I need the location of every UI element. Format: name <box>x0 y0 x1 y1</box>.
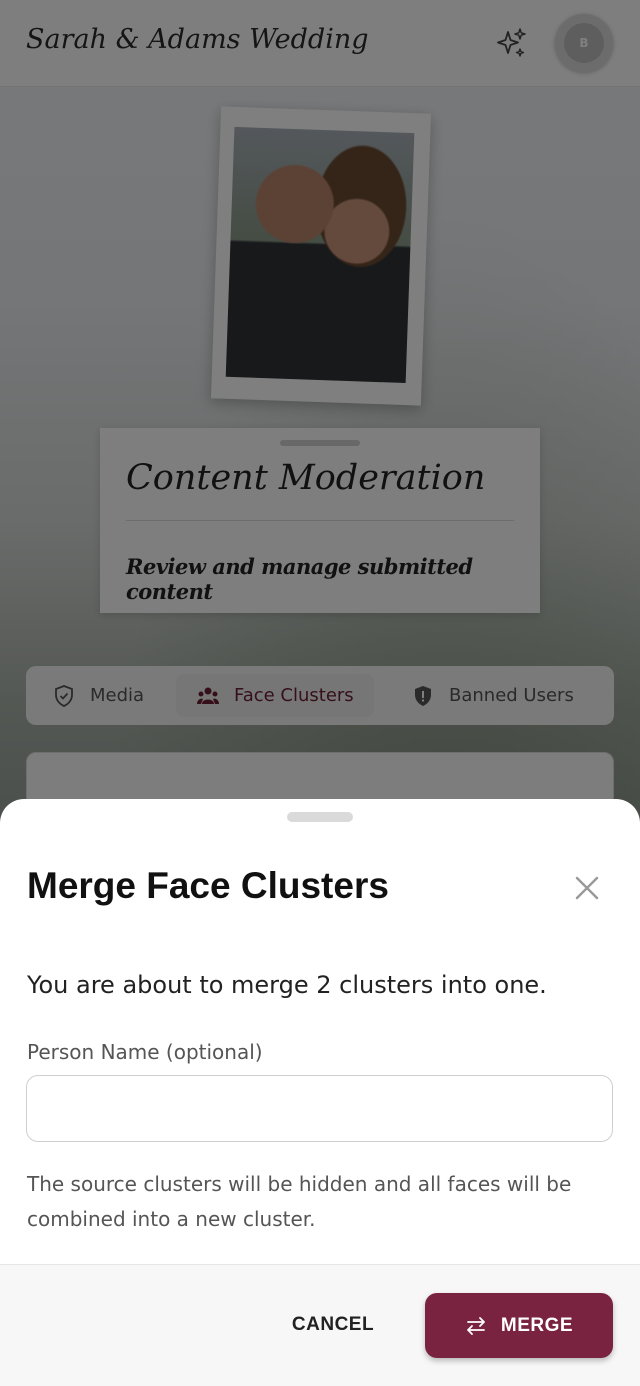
merge-button[interactable]: MERGE <box>425 1293 613 1358</box>
person-name-input[interactable] <box>26 1075 613 1142</box>
merge-dialog: Merge Face Clusters You are about to mer… <box>0 799 640 1386</box>
cancel-button[interactable]: CANCEL <box>268 1293 398 1357</box>
dialog-footer: CANCEL MERGE <box>0 1264 640 1386</box>
merge-button-label: MERGE <box>500 1314 574 1336</box>
swap-arrows-icon <box>467 1316 485 1335</box>
dialog-title: Merge Face Clusters <box>27 865 389 906</box>
person-name-label: Person Name (optional) <box>27 1040 263 1064</box>
dialog-description: You are about to merge 2 clusters into o… <box>27 971 547 999</box>
drag-handle[interactable] <box>287 812 353 822</box>
close-icon[interactable] <box>570 871 604 905</box>
merge-note: The source clusters will be hidden and a… <box>27 1172 572 1231</box>
